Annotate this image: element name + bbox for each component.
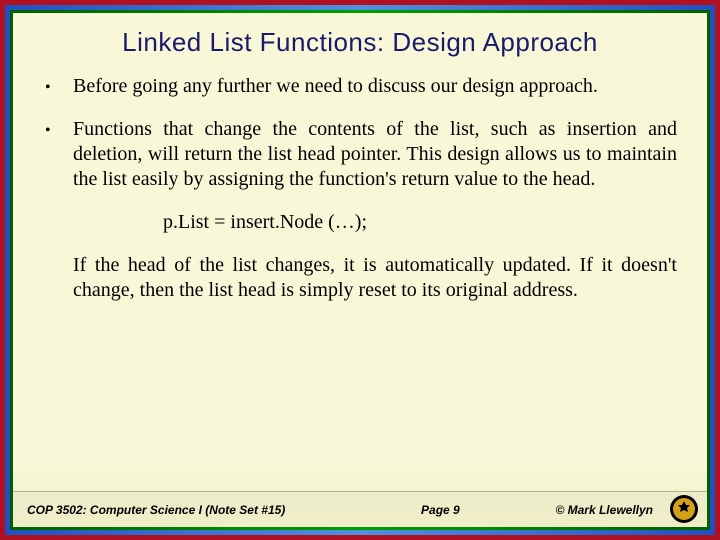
slide-border-mid-blue: Linked List Functions: Design Approach •… (5, 5, 715, 535)
slide-content: • Before going any further we need to di… (13, 66, 707, 491)
bullet-item: • Before going any further we need to di… (43, 74, 677, 99)
code-example: p.List = insert.Node (…); (163, 210, 677, 235)
bullet-marker: • (43, 117, 73, 192)
bullet-text: Before going any further we need to disc… (73, 74, 677, 99)
bullet-text: Functions that change the contents of th… (73, 117, 677, 192)
slide-footer: COP 3502: Computer Science I (Note Set #… (13, 491, 707, 527)
slide-border-outer: Linked List Functions: Design Approach •… (0, 0, 720, 540)
bullet-item: • Functions that change the contents of … (43, 117, 677, 192)
bullet-marker: • (43, 74, 73, 99)
footer-course: COP 3502: Computer Science I (Note Set #… (27, 503, 285, 517)
footer-author: © Mark Llewellyn (555, 503, 653, 517)
slide-body: Linked List Functions: Design Approach •… (13, 13, 707, 527)
slide-title: Linked List Functions: Design Approach (13, 13, 707, 66)
explanation-text: If the head of the list changes, it is a… (73, 253, 677, 303)
slide-border-mid-green: Linked List Functions: Design Approach •… (10, 10, 710, 530)
footer-page: Page 9 (285, 503, 555, 517)
ucf-logo-icon (669, 494, 699, 524)
